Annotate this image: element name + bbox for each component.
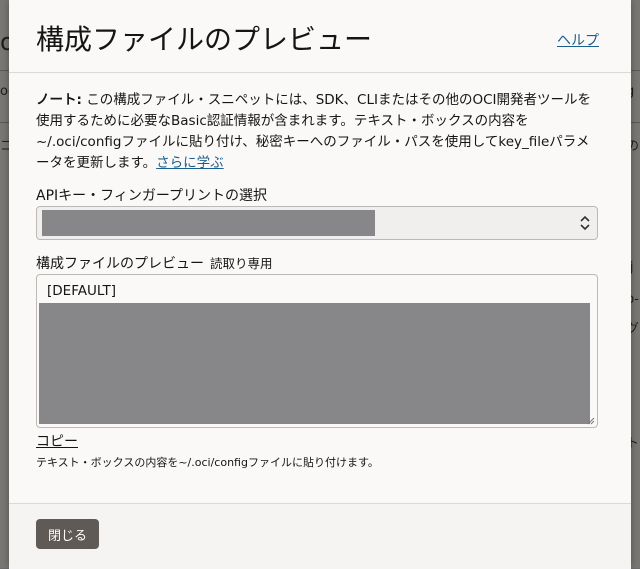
preview-label-text: 構成ファイルのプレビュー [36, 256, 204, 272]
dialog-title: 構成ファイルのプレビュー [36, 23, 373, 56]
config-content-redacted [39, 303, 590, 424]
chevron-up-down-icon [580, 215, 590, 231]
config-preview-textarea[interactable]: [DEFAULT] [36, 274, 598, 428]
readonly-tag: 読取り専用 [210, 256, 273, 271]
background-divider [0, 70, 9, 71]
config-preview-dialog: 構成ファイルのプレビュー ヘルプ ノート: この構成ファイル・スニペットには、S… [9, 0, 631, 569]
background-divider [631, 70, 640, 71]
fingerprint-label: APIキー・フィンガープリントの選択 [36, 188, 268, 204]
background-divider [631, 122, 640, 123]
close-button[interactable]: 閉じる [36, 519, 99, 549]
dialog-footer: 閉じる [9, 503, 631, 569]
note-text: この構成ファイル・スニペットには、SDK、CLIまたはその他のOCI開発者ツール… [36, 92, 591, 171]
info-note: ノート: この構成ファイル・スニペットには、SDK、CLIまたはその他のOCI開… [36, 90, 601, 174]
fingerprint-value-redacted [42, 210, 375, 236]
config-first-line: [DEFAULT] [47, 283, 117, 299]
copy-hint: テキスト・ボックスの内容を~/.oci/configファイルに貼り付けます。 [36, 456, 379, 469]
help-link[interactable]: ヘルプ [557, 30, 599, 50]
dialog-header: 構成ファイルのプレビュー ヘルプ [9, 0, 631, 73]
note-prefix: ノート: [36, 92, 82, 108]
resize-grip-icon[interactable] [587, 417, 595, 425]
learn-more-link[interactable]: さらに学ぶ [156, 155, 224, 171]
fingerprint-select[interactable] [36, 206, 598, 240]
background-divider [0, 122, 9, 123]
preview-label: 構成ファイルのプレビュー 読取り専用 [36, 253, 273, 273]
copy-link[interactable]: コピー [36, 431, 78, 451]
